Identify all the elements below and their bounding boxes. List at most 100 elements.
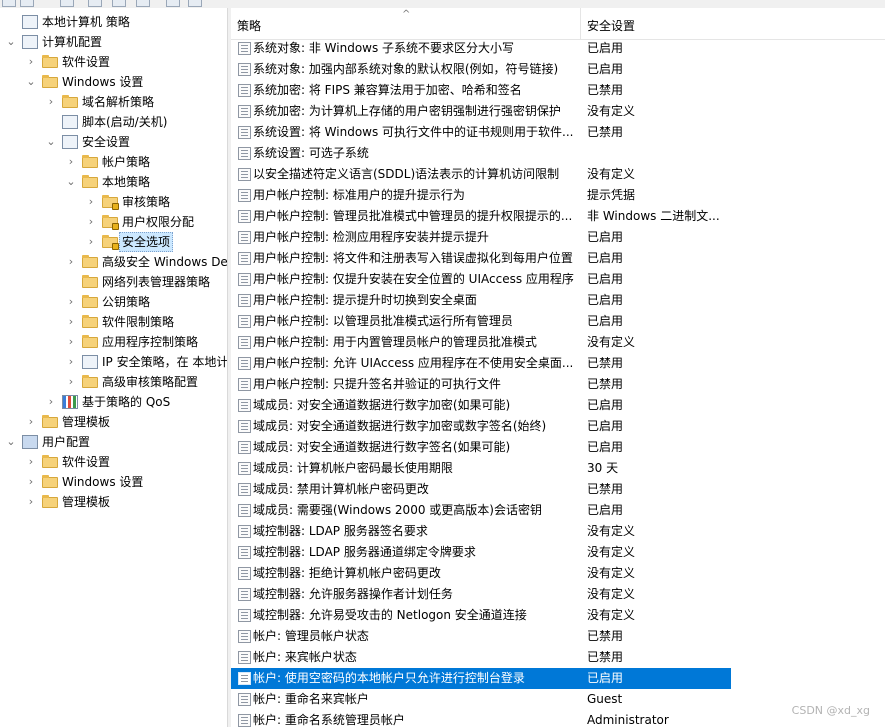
policy-row[interactable]: 帐户: 管理员帐户状态 已禁用 xyxy=(231,626,731,647)
policy-row[interactable]: 域控制器: 拒绝计算机帐户密码更改 没有定义 xyxy=(231,563,731,584)
export-list-icon[interactable] xyxy=(166,0,180,7)
forward-icon[interactable] xyxy=(20,0,34,7)
tree-node[interactable]: › 软件限制策略 xyxy=(0,312,227,332)
chevron-right-icon[interactable]: › xyxy=(24,452,38,472)
chevron-right-icon[interactable]: › xyxy=(64,152,78,172)
chevron-down-icon[interactable]: ⌄ xyxy=(64,172,78,192)
policy-row[interactable]: 帐户: 使用空密码的本地帐户只允许进行控制台登录 已启用 xyxy=(231,668,731,689)
policy-row[interactable]: 帐户: 重命名系统管理员帐户 Administrator xyxy=(231,710,731,727)
policy-row[interactable]: 域成员: 需要强(Windows 2000 或更高版本)会话密钥 已启用 xyxy=(231,500,731,521)
policy-row[interactable]: 系统设置: 可选子系统 xyxy=(231,143,731,164)
chevron-right-icon[interactable]: › xyxy=(24,412,38,432)
tree-node[interactable]: 脚本(启动/关机) xyxy=(0,112,227,132)
tree-node[interactable]: › 公钥策略 xyxy=(0,292,227,312)
policy-row[interactable]: 系统对象: 加强内部系统对象的默认权限(例如，符号链接) 已启用 xyxy=(231,59,731,80)
policy-row[interactable]: 域控制器: LDAP 服务器通道绑定令牌要求 没有定义 xyxy=(231,542,731,563)
policy-row[interactable]: 系统对象: 非 Windows 子系统不要求区分大小写 已启用 xyxy=(231,38,731,59)
policy-row[interactable]: 以安全描述符定义语言(SDDL)语法表示的计算机访问限制 没有定义 xyxy=(231,164,731,185)
chevron-down-icon[interactable]: ⌄ xyxy=(24,72,38,92)
policy-row[interactable]: 域成员: 对安全通道数据进行数字加密(如果可能) 已启用 xyxy=(231,395,731,416)
policy-row[interactable]: 用户帐户控制: 仅提升安装在安全位置的 UIAccess 应用程序 已启用 xyxy=(231,269,731,290)
policy-row[interactable]: 系统设置: 将 Windows 可执行文件中的证书规则用于软件... 已禁用 xyxy=(231,122,731,143)
show-tree-icon[interactable] xyxy=(88,0,102,7)
policy-row[interactable]: 系统加密: 为计算机上存储的用户密钥强制进行强密钥保护 没有定义 xyxy=(231,101,731,122)
tree-node[interactable]: › 域名解析策略 xyxy=(0,92,227,112)
policy-row[interactable]: 用户帐户控制: 允许 UIAccess 应用程序在不使用安全桌面... 已禁用 xyxy=(231,353,731,374)
security-setting-value: 已禁用 xyxy=(587,650,624,664)
tree-node[interactable]: › 应用程序控制策略 xyxy=(0,332,227,352)
column-header-setting[interactable]: 安全设置 xyxy=(581,8,885,40)
tree-node[interactable]: › 安全选项 xyxy=(0,232,227,252)
chevron-right-icon[interactable]: › xyxy=(84,212,98,232)
chevron-right-icon[interactable]: › xyxy=(24,52,38,72)
back-icon[interactable] xyxy=(2,0,16,7)
tree-node[interactable]: ⌄ 用户配置 xyxy=(0,432,227,452)
chevron-right-icon[interactable]: › xyxy=(44,92,58,112)
policy-row[interactable]: 帐户: 来宾帐户状态 已禁用 xyxy=(231,647,731,668)
policy-row[interactable]: 用户帐户控制: 以管理员批准模式运行所有管理员 已启用 xyxy=(231,311,731,332)
tree-node[interactable]: › IP 安全策略，在 本地计 xyxy=(0,352,227,372)
policy-icon xyxy=(238,399,251,412)
policy-row[interactable]: 系统加密: 将 FIPS 兼容算法用于加密、哈希和签名 已禁用 xyxy=(231,80,731,101)
policy-row[interactable]: 域控制器: 允许易受攻击的 Netlogon 安全通道连接 没有定义 xyxy=(231,605,731,626)
chevron-right-icon[interactable]: › xyxy=(64,312,78,332)
tree-node-label: 高级审核策略配置 xyxy=(102,375,199,389)
chevron-right-icon[interactable]: › xyxy=(64,252,78,272)
watermark: CSDN @xd_xg xyxy=(791,704,870,717)
tree-node[interactable]: › 帐户策略 xyxy=(0,152,227,172)
policy-row[interactable]: 用户帐户控制: 检测应用程序安装并提示提升 已启用 xyxy=(231,227,731,248)
policy-row[interactable]: 帐户: 重命名来宾帐户 Guest xyxy=(231,689,731,710)
tree-node[interactable]: ⌄ 安全设置 xyxy=(0,132,227,152)
tree-node[interactable]: › 高级安全 Windows De xyxy=(0,252,227,272)
policy-row[interactable]: 用户帐户控制: 只提升签名并验证的可执行文件 已禁用 xyxy=(231,374,731,395)
chevron-right-icon[interactable]: › xyxy=(24,492,38,512)
chevron-right-icon[interactable]: › xyxy=(84,232,98,252)
chevron-right-icon[interactable]: › xyxy=(24,472,38,492)
tree-node[interactable]: ⌄ Windows 设置 xyxy=(0,72,227,92)
policy-row[interactable]: 域成员: 对安全通道数据进行数字签名(如果可能) 已启用 xyxy=(231,437,731,458)
policy-row[interactable]: 用户帐户控制: 标准用户的提升提示行为 提示凭据 xyxy=(231,185,731,206)
tree-node[interactable]: › 审核策略 xyxy=(0,192,227,212)
security-setting-value: 没有定义 xyxy=(587,566,636,580)
chevron-right-icon[interactable]: › xyxy=(84,192,98,212)
delete-icon[interactable] xyxy=(112,0,126,7)
up-folder-icon[interactable] xyxy=(60,0,74,7)
tree-node[interactable]: › 高级审核策略配置 xyxy=(0,372,227,392)
policy-row[interactable]: 用户帐户控制: 管理员批准模式中管理员的提升权限提示的... 非 Windows … xyxy=(231,206,731,227)
tree-node[interactable]: 本地计算机 策略 xyxy=(0,12,227,32)
security-setting-value: 已启用 xyxy=(587,398,624,412)
policy-icon xyxy=(238,525,251,538)
help-icon[interactable] xyxy=(188,0,202,7)
policy-row[interactable]: 用户帐户控制: 用于内置管理员帐户的管理员批准模式 没有定义 xyxy=(231,332,731,353)
policy-row[interactable]: 域控制器: 允许服务器操作者计划任务 没有定义 xyxy=(231,584,731,605)
tree-node[interactable]: ⌄ 计算机配置 xyxy=(0,32,227,52)
tree-node[interactable]: › 管理模板 xyxy=(0,412,227,432)
policy-row[interactable]: 用户帐户控制: 将文件和注册表写入错误虚拟化到每用户位置 已启用 xyxy=(231,248,731,269)
tree-node[interactable]: 网络列表管理器策略 xyxy=(0,272,227,292)
chevron-down-icon[interactable]: ⌄ xyxy=(44,132,58,152)
policy-row[interactable]: 域成员: 禁用计算机帐户密码更改 已禁用 xyxy=(231,479,731,500)
chevron-right-icon[interactable]: › xyxy=(44,392,58,412)
tree-node[interactable]: › Windows 设置 xyxy=(0,472,227,492)
policy-name: 用户帐户控制: 仅提升安装在安全位置的 UIAccess 应用程序 xyxy=(253,272,574,286)
tree-node[interactable]: › 软件设置 xyxy=(0,52,227,72)
chevron-right-icon[interactable]: › xyxy=(64,352,78,372)
refresh-icon[interactable] xyxy=(136,0,150,7)
chevron-right-icon[interactable]: › xyxy=(64,372,78,392)
policy-row[interactable]: 域控制器: LDAP 服务器签名要求 没有定义 xyxy=(231,521,731,542)
tree-node[interactable]: › 用户权限分配 xyxy=(0,212,227,232)
chevron-right-icon[interactable]: › xyxy=(64,292,78,312)
tree-node[interactable]: › 管理模板 xyxy=(0,492,227,512)
chevron-down-icon[interactable]: ⌄ xyxy=(4,432,18,452)
chevron-right-icon[interactable]: › xyxy=(64,332,78,352)
policy-row[interactable]: 用户帐户控制: 提示提升时切换到安全桌面 已启用 xyxy=(231,290,731,311)
policy-row[interactable]: 域成员: 对安全通道数据进行数字加密或数字签名(始终) 已启用 xyxy=(231,416,731,437)
tree-node[interactable]: › 基于策略的 QoS xyxy=(0,392,227,412)
column-header-policy[interactable]: 策略 ^ xyxy=(231,8,580,40)
policy-name: 帐户: 管理员帐户状态 xyxy=(253,629,369,643)
chevron-down-icon[interactable]: ⌄ xyxy=(4,32,18,52)
policy-icon xyxy=(238,63,251,76)
tree-node[interactable]: ⌄ 本地策略 xyxy=(0,172,227,192)
tree-node[interactable]: › 软件设置 xyxy=(0,452,227,472)
policy-row[interactable]: 域成员: 计算机帐户密码最长使用期限 30 天 xyxy=(231,458,731,479)
